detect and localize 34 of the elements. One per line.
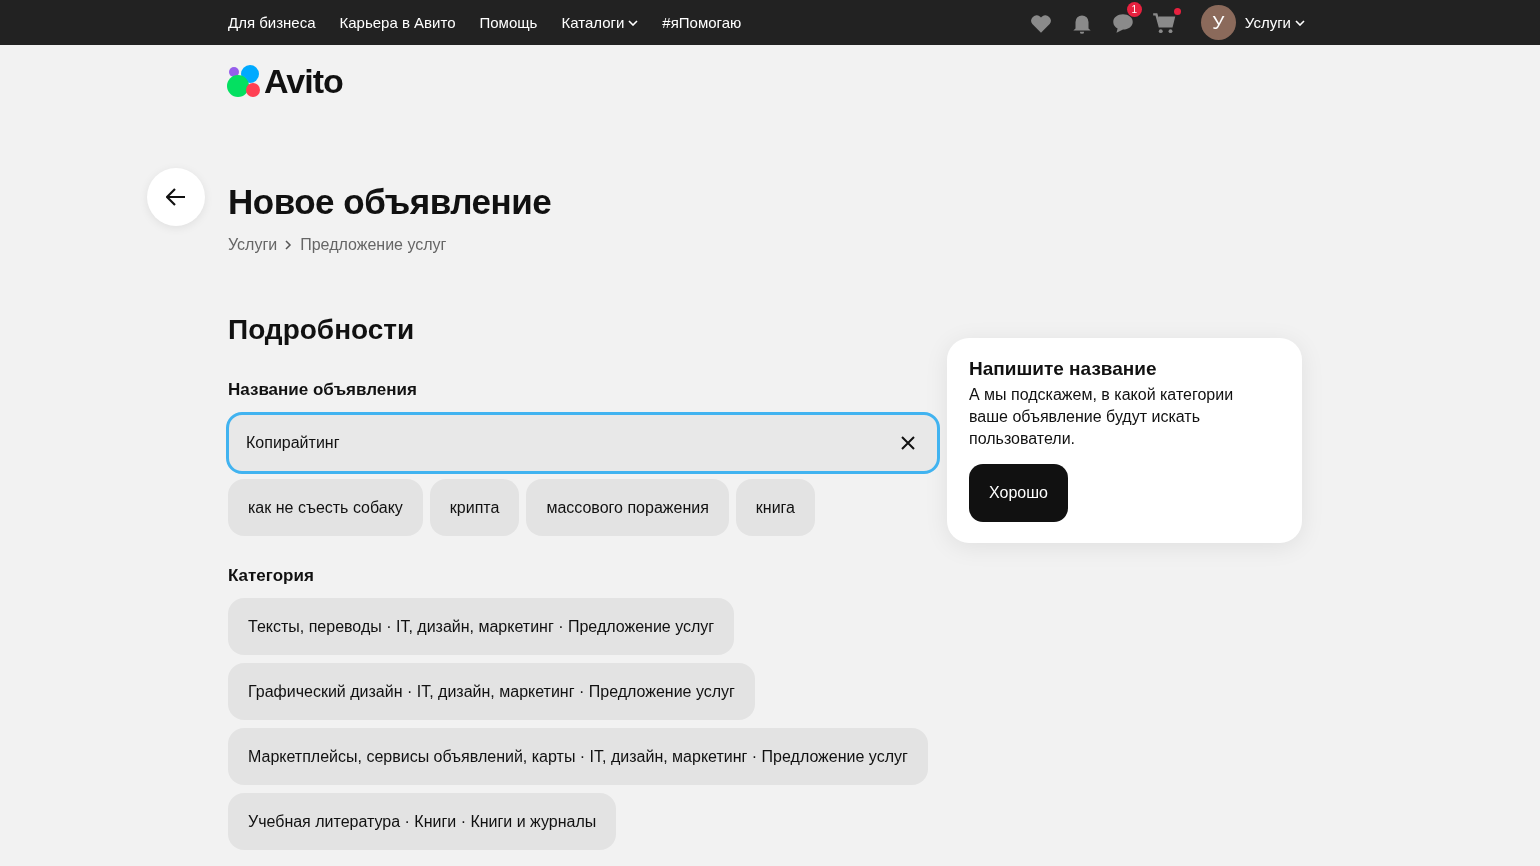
- caret-icon: [1295, 19, 1305, 26]
- unread-badge: 1: [1126, 1, 1142, 17]
- field-label: Название объявления: [228, 380, 418, 400]
- suggestion-chip[interactable]: книга: [735, 479, 815, 536]
- suggestion-chip[interactable]: массового поражения: [526, 479, 729, 536]
- nav-link[interactable]: #яПомогаю: [662, 14, 742, 31]
- chevron-right-icon: [285, 240, 293, 250]
- hint-title: Напишите название: [969, 358, 1158, 380]
- caret-icon: [628, 19, 639, 26]
- clear-icon[interactable]: [901, 436, 915, 450]
- notification-dot: [1173, 7, 1181, 15]
- catalog-menu[interactable]: Каталоги: [561, 14, 639, 31]
- section-title: Подробности: [228, 314, 416, 346]
- breadcrumb-link[interactable]: Предложение услуг: [300, 236, 447, 254]
- suggestion-chip[interactable]: крипта: [429, 479, 520, 536]
- suggestion-chip[interactable]: как не съесть собаку: [228, 479, 423, 536]
- user-avatar[interactable]: У: [1200, 5, 1236, 40]
- field-label: Категория: [228, 566, 315, 586]
- ok-button[interactable]: Хорошо: [969, 464, 1068, 522]
- category-option[interactable]: Учебная литература · Книги · Книги и журналы: [228, 793, 617, 850]
- category-option[interactable]: Тексты, переводы · IT, дизайн, маркетинг · Предложение услуг: [228, 598, 735, 655]
- page-title: Новое объявление: [228, 182, 552, 222]
- nav-link[interactable]: Помощь: [479, 14, 538, 31]
- category-option[interactable]: Маркетплейсы, сервисы объявлений, карты · IT, дизайн, маркетинг · Предложение услуг: [228, 728, 928, 785]
- back-arrow-icon: [166, 188, 186, 206]
- title-input-field[interactable]: Копирайтинг: [226, 412, 940, 474]
- nav-link[interactable]: Карьера в Авито: [339, 14, 456, 31]
- logo-text: Avito: [264, 61, 343, 101]
- breadcrumb-link[interactable]: Услуги: [228, 236, 278, 254]
- category-option[interactable]: Графический дизайн · IT, дизайн, маркетинг · Предложение услуг: [228, 663, 755, 720]
- logo-dots-icon: [227, 65, 261, 97]
- nav-link[interactable]: Для бизнеса: [228, 14, 316, 31]
- hint-text: А мы подскажем, в какой категории ваше объявление будут искать пользователи.: [969, 385, 1235, 449]
- user-menu[interactable]: Услуги: [1244, 14, 1305, 31]
